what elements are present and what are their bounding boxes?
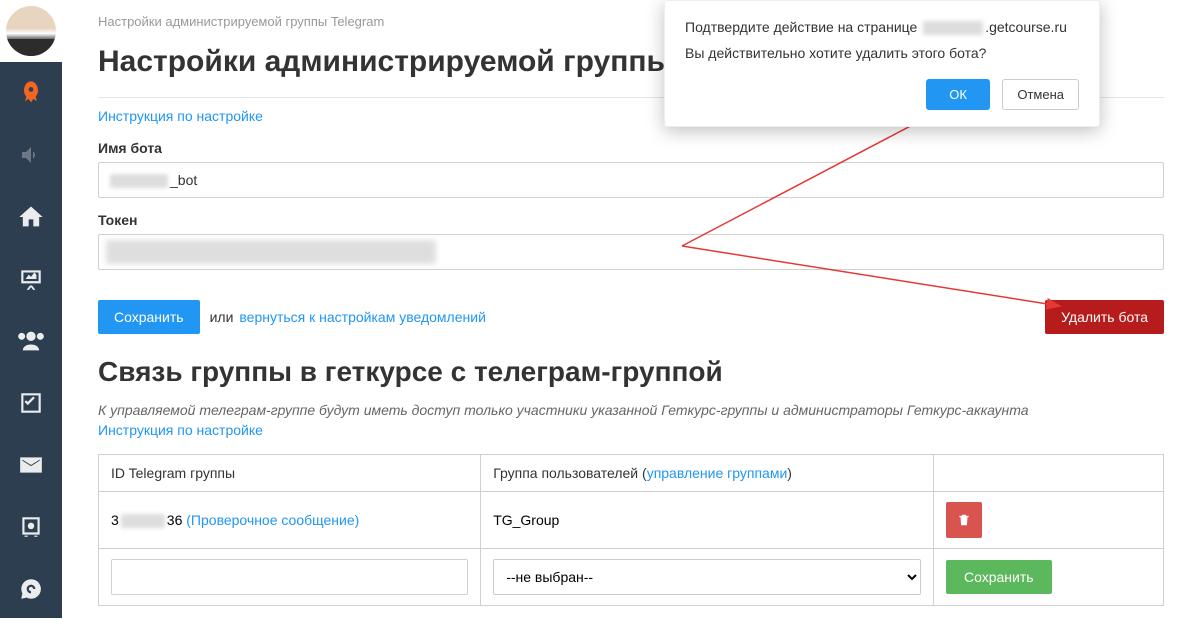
chat-icon: [18, 576, 44, 602]
cell-input: [99, 549, 481, 606]
home-icon: [17, 203, 45, 231]
users-icon: [17, 327, 45, 355]
presentation-icon: [18, 266, 44, 292]
sidebar-item-safe[interactable]: [0, 496, 62, 558]
action-row: Сохранить или вернуться к настройкам уве…: [98, 300, 1164, 334]
return-link[interactable]: вернуться к настройкам уведомлений: [239, 309, 486, 325]
instruction-link[interactable]: Инструкция по настройке: [98, 108, 263, 124]
delete-bot-button[interactable]: Удалить бота: [1045, 300, 1164, 334]
save-button[interactable]: Сохранить: [98, 300, 200, 334]
group-select[interactable]: --не выбран--: [493, 559, 921, 595]
table-row-new: --не выбран-- Сохранить: [99, 549, 1164, 606]
dialog-ok-button[interactable]: ОК: [926, 79, 990, 110]
section-note: К управляемой телеграм-группе будут имет…: [98, 402, 1164, 418]
delete-row-button[interactable]: [946, 502, 982, 538]
cell-group-name: TG_Group: [481, 492, 934, 549]
table-row: 336 (Проверочное сообщение) TG_Group: [99, 492, 1164, 549]
test-message-link[interactable]: (Проверочное сообщение): [186, 512, 359, 528]
sidebar-item-sound[interactable]: [0, 124, 62, 186]
bot-name-label: Имя бота: [98, 140, 1164, 156]
sidebar-item-chat[interactable]: [0, 558, 62, 620]
bot-name-field-wrap: _bot: [98, 162, 1164, 198]
col-telegram-id: ID Telegram группы: [99, 455, 481, 492]
col-user-group: Группа пользователей (управление группам…: [481, 455, 934, 492]
sidebar-item-rocket[interactable]: [0, 62, 62, 124]
cell-actions: [934, 492, 1164, 549]
bot-name-input[interactable]: [98, 162, 1164, 198]
save-row-button[interactable]: Сохранить: [946, 560, 1052, 594]
sidebar-item-home[interactable]: [0, 186, 62, 248]
cell-select: --не выбран--: [481, 549, 934, 606]
trash-icon: [957, 513, 971, 527]
safe-icon: [18, 514, 44, 540]
or-text: или: [210, 309, 234, 325]
section-title: Связь группы в геткурсе с телеграм-групп…: [98, 356, 1164, 388]
instruction-link-2[interactable]: Инструкция по настройке: [98, 422, 263, 438]
token-field-wrap: [98, 234, 1164, 270]
confirm-dialog: Подтвердите действие на странице .getcou…: [664, 0, 1100, 127]
sidebar: [0, 62, 62, 618]
cell-save: Сохранить: [934, 549, 1164, 606]
manage-groups-link[interactable]: управление группами: [647, 465, 788, 481]
sidebar-item-mail[interactable]: [0, 434, 62, 496]
megaphone-icon: [19, 143, 43, 167]
avatar-block[interactable]: [0, 0, 62, 62]
dialog-title: Подтвердите действие на странице .getcou…: [685, 19, 1079, 35]
checkbox-icon: [18, 390, 44, 416]
token-label: Токен: [98, 212, 1164, 228]
new-id-input[interactable]: [111, 559, 468, 595]
dialog-message: Вы действительно хотите удалить этого бо…: [685, 45, 1079, 61]
cell-telegram-id: 336 (Проверочное сообщение): [99, 492, 481, 549]
dialog-cancel-button[interactable]: Отмена: [1002, 79, 1079, 110]
sidebar-item-tasks[interactable]: [0, 372, 62, 434]
mail-icon: [18, 452, 44, 478]
rocket-icon: [17, 79, 45, 107]
user-avatar: [6, 6, 56, 56]
dialog-buttons: ОК Отмена: [685, 79, 1079, 110]
sidebar-item-users[interactable]: [0, 310, 62, 372]
col-actions: [934, 455, 1164, 492]
groups-table: ID Telegram группы Группа пользователей …: [98, 454, 1164, 606]
sidebar-item-chart[interactable]: [0, 248, 62, 310]
